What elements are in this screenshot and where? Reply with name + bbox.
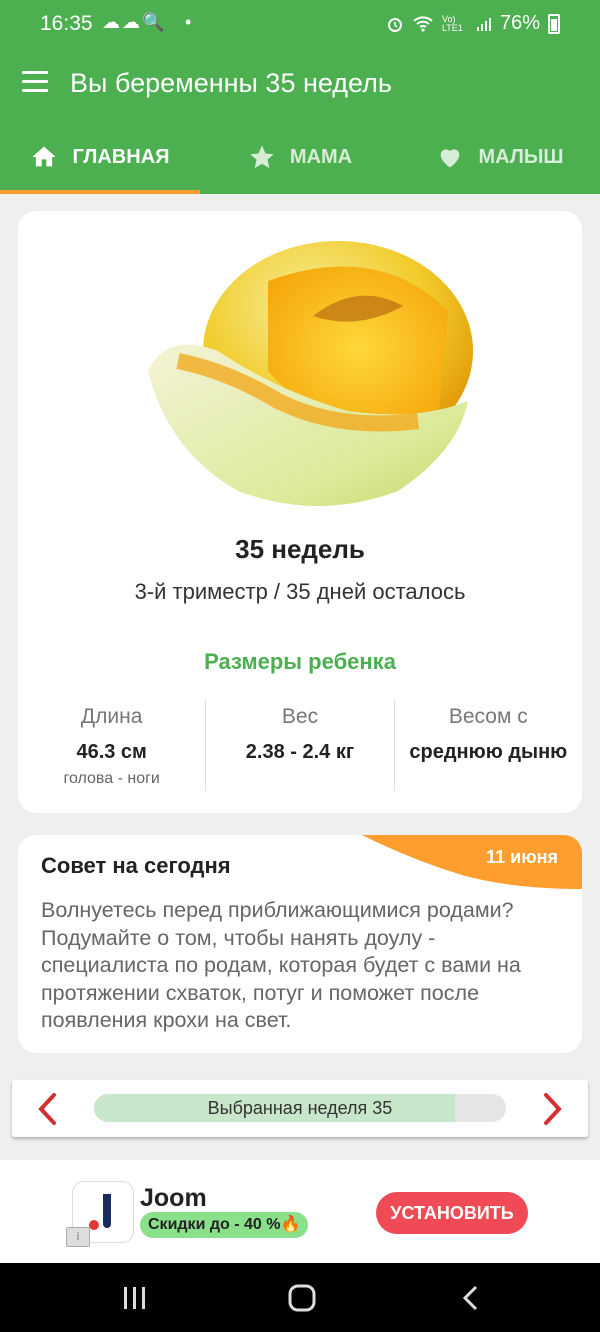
page-title: Вы беременны 35 недель [70, 68, 392, 98]
tip-date: 11 июня [486, 847, 558, 867]
tip-title: Совет на сегодня [41, 853, 231, 878]
recent-apps-icon[interactable] [114, 1283, 154, 1313]
alarm-icon [387, 17, 402, 32]
baby-stats: Длина 46.3 см голова - ноги Вес 2.38 - 2… [18, 699, 582, 791]
ad-info-icon[interactable]: i [66, 1227, 90, 1247]
baby-sizes-title: Размеры ребенка [204, 649, 396, 674]
stat-length: Длина 46.3 см голова - ноги [18, 699, 205, 791]
back-icon[interactable] [452, 1283, 492, 1313]
status-bar: 16:35 ☁☁🔍 • Vo) LTE1 76% [0, 0, 600, 48]
home-button-icon[interactable] [282, 1283, 322, 1313]
tab-baby-label: МАЛЫШ [478, 145, 564, 168]
ad-banner[interactable]: i Joom Скидки до - 40 %🔥 УСТАНОВИТЬ [0, 1160, 600, 1263]
lte-label: Vo) LTE1 [441, 13, 463, 33]
stat-compare-label: Весом с [448, 705, 528, 728]
signal-icon [476, 17, 491, 31]
status-time: 16:35 [40, 12, 93, 35]
stat-compare: Весом с среднюю дыню [393, 699, 582, 791]
hamburger-menu-icon[interactable] [22, 71, 48, 93]
home-icon [32, 146, 57, 167]
tab-bar: ГЛАВНАЯ МАМА МАЛЫШ [0, 120, 600, 194]
tab-mama[interactable]: МАМА [200, 120, 400, 194]
tip-body: Волнуетесь перед приближающимися родами?… [41, 898, 521, 1032]
stat-weight: Вес 2.38 - 2.4 кг [205, 699, 393, 791]
battery-percent: 76% [499, 12, 540, 34]
system-nav-bar [0, 1263, 600, 1332]
stat-compare-value: среднюю дыню [409, 741, 568, 763]
battery-icon [548, 13, 560, 34]
wifi-icon [413, 15, 433, 32]
stat-length-value: 46.3 см [76, 741, 147, 763]
previous-week-arrow-icon[interactable] [34, 1092, 64, 1126]
stat-length-sub: голова - ноги [63, 770, 160, 787]
tab-home-label: ГЛАВНАЯ [72, 145, 170, 168]
stat-length-label: Длина [80, 705, 143, 728]
tab-baby[interactable]: МАЛЫШ [400, 120, 600, 194]
trimester-text: 3-й триместр / 35 дней осталось [134, 579, 466, 604]
stat-weight-label: Вес [281, 705, 319, 728]
notification-dot: • [185, 12, 192, 32]
melon-image [148, 241, 473, 506]
install-button[interactable]: УСТАНОВИТЬ [376, 1192, 528, 1234]
notification-icons: ☁☁🔍 [102, 12, 167, 32]
ad-promo: Скидки до - 40 %🔥 [140, 1212, 309, 1238]
status-right: Vo) LTE1 76% [386, 12, 560, 35]
tab-mama-label: МАМА [289, 145, 353, 168]
ad-app-name: Joom [140, 1184, 207, 1212]
week-selector: Выбранная неделя 35 [12, 1080, 588, 1137]
heart-icon [441, 149, 460, 168]
week-progress[interactable]: Выбранная неделя 35 [94, 1094, 506, 1122]
weeks-title: 35 недель [235, 534, 365, 564]
selected-week-label: Выбранная неделя 35 [207, 1098, 393, 1118]
week-card: 35 недель 3-й триместр / 35 дней осталос… [18, 211, 582, 813]
stat-weight-value: 2.38 - 2.4 кг [245, 741, 355, 763]
app-bar: Вы беременны 35 недель [0, 48, 600, 120]
tip-card: 11 июня Совет на сегодня Волнуетесь пере… [18, 835, 582, 1053]
tab-home[interactable]: ГЛАВНАЯ [0, 120, 200, 194]
star-icon [250, 145, 274, 169]
next-week-arrow-icon[interactable] [536, 1092, 566, 1126]
